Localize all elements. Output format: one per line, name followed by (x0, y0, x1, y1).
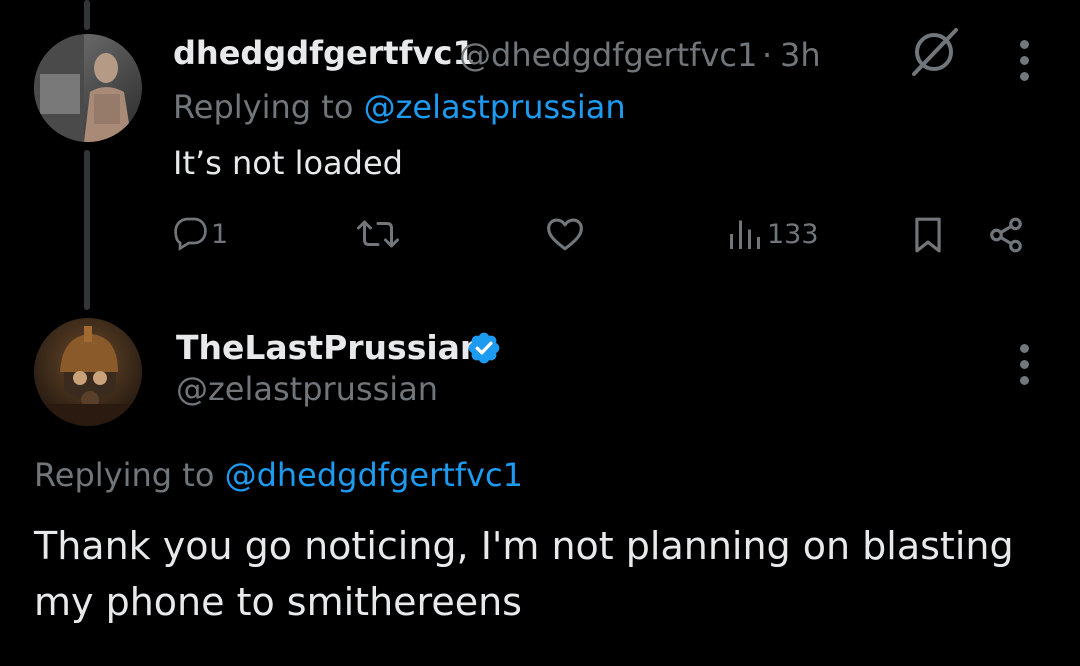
replying-to-mention[interactable]: @zelastprussian (364, 88, 626, 126)
replying-to-line: Replying to @zelastprussian (173, 88, 626, 126)
replying-to-line: Replying to @dhedgdfgertfvc1 (34, 456, 523, 494)
tweet-text-line-2: my phone to smithereens (34, 580, 522, 624)
reply-button[interactable]: 1 (173, 216, 228, 252)
reply-icon (174, 217, 207, 251)
like-icon (547, 218, 583, 251)
reply-count: 1 (211, 218, 229, 250)
more-icon[interactable] (1020, 344, 1030, 385)
tweet-text-line-1: Thank you go noticing, I'm not planning … (34, 524, 1014, 568)
views-count: 133 (767, 218, 819, 250)
replying-to-label: Replying to (34, 456, 215, 494)
dot-separator: · (762, 36, 773, 74)
replying-to-label: Replying to (173, 88, 354, 126)
author-name[interactable]: TheLastPrussian (176, 328, 483, 367)
tweet-text: It’s not loaded (173, 144, 403, 182)
views-icon (730, 220, 760, 249)
share-button[interactable] (986, 216, 1026, 254)
views-button[interactable]: 133 (727, 216, 819, 252)
timestamp[interactable]: 3h (780, 36, 821, 74)
bookmark-button[interactable] (910, 216, 946, 254)
like-button[interactable] (545, 216, 585, 252)
share-icon (990, 217, 1022, 253)
thread-line-connector (84, 150, 90, 310)
verified-badge-icon (466, 330, 502, 366)
author-name[interactable]: dhedgdfgertfvc1 (173, 34, 475, 72)
avatar[interactable] (34, 34, 142, 142)
grok-icon[interactable] (906, 26, 962, 78)
replying-to-mention[interactable]: @dhedgdfgertfvc1 (225, 456, 523, 494)
author-handle[interactable]: @dhedgdfgertfvc1 (459, 36, 757, 74)
bookmark-icon (915, 217, 941, 253)
more-icon[interactable] (1020, 40, 1030, 81)
author-handle[interactable]: @zelastprussian (176, 370, 438, 408)
thread-line-top (84, 0, 90, 30)
repost-icon (357, 220, 399, 248)
repost-button[interactable] (357, 216, 399, 252)
avatar[interactable] (34, 318, 142, 426)
